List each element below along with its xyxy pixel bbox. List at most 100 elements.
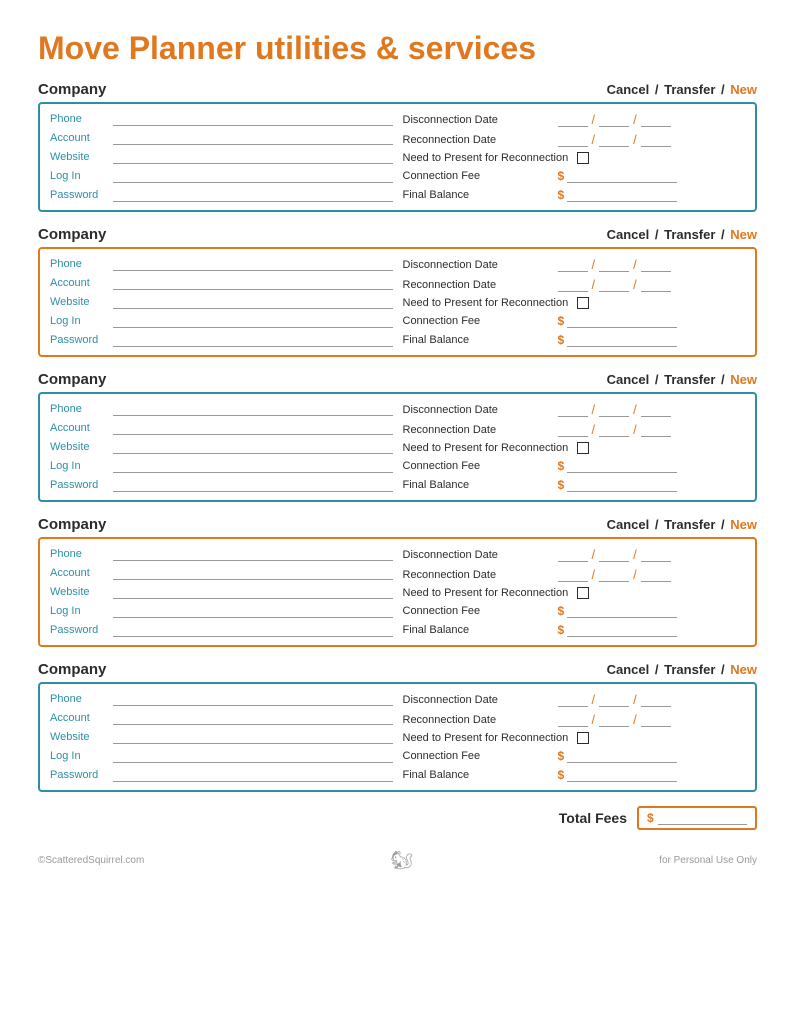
section-3: Company Cancel / Transfer / New Phone Ac… (38, 371, 757, 502)
login-input-5[interactable] (113, 749, 393, 763)
disc-dd-5[interactable] (599, 693, 629, 707)
conn-fee-input-1[interactable] (567, 169, 677, 183)
recon-dd-2[interactable] (599, 278, 629, 292)
website-input-5[interactable] (113, 730, 393, 744)
card-1: Phone Account Website Log In (38, 102, 757, 212)
recon-yy-4[interactable] (641, 568, 671, 582)
section-4: Company Cancel / Transfer / New Phone Ac… (38, 516, 757, 647)
recon-yy-5[interactable] (641, 713, 671, 727)
login-input-3[interactable] (113, 459, 393, 473)
recon-date-row-1: Reconnection Date / / (403, 132, 746, 147)
disc-mm-4[interactable] (558, 548, 588, 562)
disc-date-row-1: Disconnection Date / / (403, 112, 746, 127)
ctn-labels-2: Cancel / Transfer / New (607, 227, 757, 242)
password-input-5[interactable] (113, 768, 393, 782)
final-bal-input-4[interactable] (567, 623, 677, 637)
recon-dd-4[interactable] (599, 568, 629, 582)
total-fees-box: $ (637, 806, 757, 830)
disc-yy-3[interactable] (641, 403, 671, 417)
recon-dd-1[interactable] (599, 133, 629, 147)
conn-fee-input-4[interactable] (567, 604, 677, 618)
recon-mm-5[interactable] (558, 713, 588, 727)
disc-yy-4[interactable] (641, 548, 671, 562)
website-input-4[interactable] (113, 585, 393, 599)
website-input-2[interactable] (113, 295, 393, 309)
recon-mm-4[interactable] (558, 568, 588, 582)
login-row-1: Log In (50, 169, 393, 183)
recon-yy-2[interactable] (641, 278, 671, 292)
disc-mm-5[interactable] (558, 693, 588, 707)
disc-mm-2[interactable] (558, 258, 588, 272)
ctn-labels-3: Cancel / Transfer / New (607, 372, 757, 387)
card-2: Phone Account Website Log In Password Di… (38, 247, 757, 357)
section-2-header: Company Cancel / Transfer / New (38, 226, 757, 243)
phone-input-3[interactable] (113, 402, 393, 416)
phone-input-2[interactable] (113, 257, 393, 271)
need-present-checkbox-2[interactable] (577, 297, 589, 309)
need-present-checkbox-1[interactable] (577, 152, 589, 164)
phone-input-1[interactable] (113, 112, 393, 126)
website-input-3[interactable] (113, 440, 393, 454)
need-present-checkbox-4[interactable] (577, 587, 589, 599)
password-input-2[interactable] (113, 333, 393, 347)
account-input-1[interactable] (113, 131, 393, 145)
disc-dd-1[interactable] (599, 113, 629, 127)
recon-dd-3[interactable] (599, 423, 629, 437)
recon-dd-5[interactable] (599, 713, 629, 727)
disc-yy-2[interactable] (641, 258, 671, 272)
account-input-5[interactable] (113, 711, 393, 725)
section-1: Company Cancel / Transfer / New Phone Ac… (38, 81, 757, 212)
account-input-3[interactable] (113, 421, 393, 435)
card-5: Phone Account Website Log In Password Di… (38, 682, 757, 792)
login-input-2[interactable] (113, 314, 393, 328)
squirrel-icon: 🐿 (390, 850, 413, 871)
login-input-1[interactable] (113, 169, 393, 183)
conn-fee-row-1: Connection Fee $ (403, 169, 746, 183)
recon-mm-1[interactable] (558, 133, 588, 147)
page: Move Planner utilities & services Compan… (0, 0, 795, 1020)
total-fees-input[interactable] (658, 811, 747, 825)
need-present-checkbox-5[interactable] (577, 732, 589, 744)
disc-dd-3[interactable] (599, 403, 629, 417)
disc-dd-4[interactable] (599, 548, 629, 562)
disc-yy-5[interactable] (641, 693, 671, 707)
conn-fee-input-3[interactable] (567, 459, 677, 473)
final-bal-input-1[interactable] (567, 188, 677, 202)
transfer-label-1: Transfer (664, 82, 715, 97)
recon-mm-3[interactable] (558, 423, 588, 437)
password-input-4[interactable] (113, 623, 393, 637)
login-input-4[interactable] (113, 604, 393, 618)
password-row-1: Password (50, 188, 393, 202)
final-bal-input-3[interactable] (567, 478, 677, 492)
page-title: Move Planner utilities & services (38, 30, 757, 67)
account-input-2[interactable] (113, 276, 393, 290)
password-input-3[interactable] (113, 478, 393, 492)
company-label-3: Company (38, 371, 106, 388)
card-4: Phone Account Website Log In Password Di… (38, 537, 757, 647)
phone-input-4[interactable] (113, 547, 393, 561)
account-input-4[interactable] (113, 566, 393, 580)
conn-fee-input-2[interactable] (567, 314, 677, 328)
disc-mm-3[interactable] (558, 403, 588, 417)
final-bal-input-2[interactable] (567, 333, 677, 347)
total-fees-label: Total Fees (559, 810, 627, 826)
disc-yy-1[interactable] (641, 113, 671, 127)
section-1-header: Company Cancel / Transfer / New (38, 81, 757, 98)
recon-yy-1[interactable] (641, 133, 671, 147)
company-label-1: Company (38, 81, 106, 98)
section-5: Company Cancel / Transfer / New Phone Ac… (38, 661, 757, 792)
total-fees-row: Total Fees $ (38, 806, 757, 830)
need-present-checkbox-3[interactable] (577, 442, 589, 454)
website-input-1[interactable] (113, 150, 393, 164)
phone-input-5[interactable] (113, 692, 393, 706)
recon-yy-3[interactable] (641, 423, 671, 437)
recon-mm-2[interactable] (558, 278, 588, 292)
password-input-1[interactable] (113, 188, 393, 202)
company-label-4: Company (38, 516, 106, 533)
final-bal-input-5[interactable] (567, 768, 677, 782)
disc-mm-1[interactable] (558, 113, 588, 127)
conn-fee-input-5[interactable] (567, 749, 677, 763)
final-bal-row-1: Final Balance $ (403, 188, 746, 202)
need-present-row-1: Need to Present for Reconnection (403, 152, 746, 164)
disc-dd-2[interactable] (599, 258, 629, 272)
